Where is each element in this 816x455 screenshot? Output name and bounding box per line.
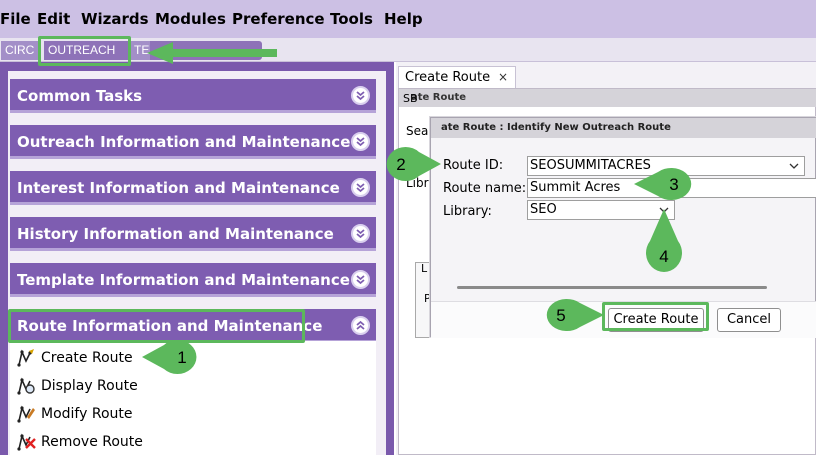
callout-4: 4 (646, 209, 682, 272)
library-value: SEO (530, 202, 557, 217)
highlight-create-button (602, 302, 709, 331)
route-id-value: SEOSUMMITACRES (530, 158, 651, 173)
task-label: Display Route (41, 378, 138, 394)
callout-1: 1 (142, 340, 197, 374)
callout-3: 3 (634, 168, 692, 200)
callout-number: 2 (396, 155, 405, 174)
callout-number: 4 (659, 247, 668, 266)
menu-file[interactable]: File (0, 10, 31, 28)
fragment-sb: SB (403, 92, 418, 105)
route-id-label: Route ID: (443, 158, 504, 173)
route-name-label: Route name: (443, 181, 527, 196)
chevron-down-icon[interactable] (351, 132, 370, 151)
section-title: Interest Information and Maintenance (17, 179, 340, 197)
section-title: Template Information and Maintenance (17, 271, 350, 289)
section-interest-info[interactable]: Interest Information and Maintenance (10, 171, 376, 205)
chevron-down-icon[interactable] (351, 86, 370, 105)
dialog-titlebar[interactable]: ate Route : Identify New Outreach Route (431, 118, 816, 138)
library-label: Library: (443, 204, 492, 219)
menu-tools[interactable]: Tools (330, 10, 373, 28)
callout-number: 5 (556, 306, 565, 325)
dialog-title: ate Route : Identify New Outreach Route (441, 122, 671, 133)
highlight-outreach-tab (38, 36, 131, 66)
chevron-down-icon[interactable] (351, 224, 370, 243)
tab-create-route[interactable]: Create Route × (398, 66, 516, 88)
menu-help[interactable]: Help (384, 10, 423, 28)
modify-route-icon (16, 405, 36, 423)
chevron-down-icon (789, 159, 799, 175)
task-label: Remove Route (41, 434, 143, 450)
menu-preference[interactable]: Preference (232, 10, 325, 28)
dialog-titlebar[interactable]: ate Route (399, 89, 816, 107)
section-common-tasks[interactable]: Common Tasks (10, 79, 376, 113)
chevron-up-icon[interactable] (351, 316, 370, 335)
menu-bar: File Edit Wizards Modules Preference Too… (0, 0, 816, 38)
section-title: Outreach Information and Maintenance (17, 133, 351, 151)
menu-wizards[interactable]: Wizards (81, 10, 149, 28)
menu-modules[interactable]: Modules (155, 10, 226, 28)
callout-number: 1 (177, 348, 186, 367)
display-route-icon (16, 377, 36, 395)
chevron-down-icon[interactable] (351, 178, 370, 197)
task-label: Modify Route (41, 406, 133, 422)
section-title: Common Tasks (17, 87, 143, 105)
create-route-icon (16, 349, 36, 367)
highlight-route-section (8, 309, 305, 343)
section-history-info[interactable]: History Information and Maintenance (10, 217, 376, 251)
callout-number: 3 (669, 175, 678, 194)
horizontal-scrollbar[interactable] (457, 286, 767, 289)
dialog-title: ate Route (411, 92, 467, 103)
section-title: History Information and Maintenance (17, 225, 334, 243)
tab-label: Create Route (405, 70, 491, 85)
fragment-l: L (421, 262, 428, 275)
tab-circ[interactable]: CIRC (1, 41, 39, 60)
arrow-left-icon (147, 42, 277, 64)
task-label: Create Route (41, 350, 133, 366)
route-name-value: Summit Acres (530, 180, 621, 195)
callout-2: 2 (386, 147, 441, 181)
cancel-button[interactable]: Cancel (717, 308, 781, 332)
chevron-down-icon[interactable] (351, 270, 370, 289)
remove-route-icon (16, 433, 36, 451)
callout-5: 5 (546, 299, 604, 331)
menu-edit[interactable]: Edit (37, 10, 70, 28)
section-template-info[interactable]: Template Information and Maintenance (10, 263, 376, 297)
section-outreach-info[interactable]: Outreach Information and Maintenance (10, 125, 376, 159)
close-icon[interactable]: × (498, 70, 508, 84)
fragment-search: Sea (406, 124, 429, 138)
